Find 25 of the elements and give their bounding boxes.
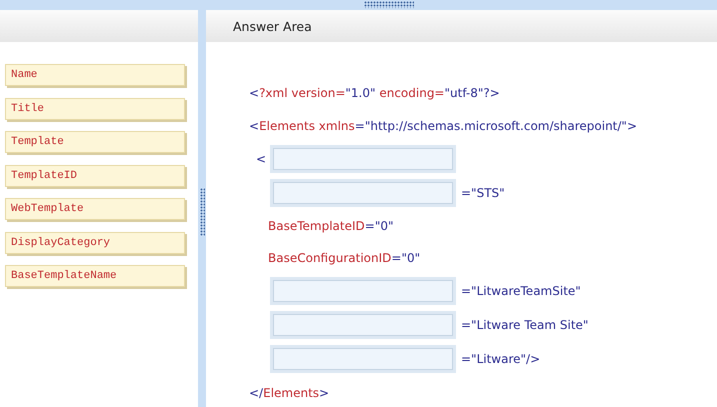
drag-item[interactable]: WebTemplate (5, 198, 185, 220)
code-text: ="STS" (461, 186, 505, 200)
drag-item[interactable]: Title (5, 98, 185, 120)
drag-item[interactable]: TemplateID (5, 164, 185, 186)
drop-target[interactable] (270, 311, 456, 339)
drop-target[interactable] (270, 345, 456, 373)
drag-item[interactable]: Name (5, 64, 185, 86)
drag-item[interactable]: Template (5, 131, 185, 153)
code-line: BaseTemplateID="0" (268, 219, 394, 233)
code-line: <Elements xmlns="http://schemas.microsoft.com/sharepoint/"> (249, 118, 637, 132)
drag-item[interactable]: BaseTemplateName (5, 265, 185, 287)
drag-item[interactable]: DisplayCategory (5, 232, 185, 254)
code-line: </Elements> (249, 386, 330, 400)
code-text: ="Litware Team Site" (461, 318, 588, 332)
panel-title: Answer Area (232, 18, 312, 34)
code-text: < (256, 152, 266, 166)
drop-target[interactable] (270, 145, 456, 173)
drop-target[interactable] (270, 277, 456, 305)
code-line: BaseConfigurationID="0" (268, 251, 420, 265)
code-text: ="Litware"/> (461, 352, 540, 366)
drop-target[interactable] (270, 179, 456, 207)
resize-grip[interactable] (364, 1, 414, 8)
resize-grip[interactable] (200, 188, 205, 236)
code-text: ="LitwareTeamSite" (461, 284, 581, 298)
code-line: <?xml version="1.0" encoding="utf-8"?> (249, 86, 500, 100)
